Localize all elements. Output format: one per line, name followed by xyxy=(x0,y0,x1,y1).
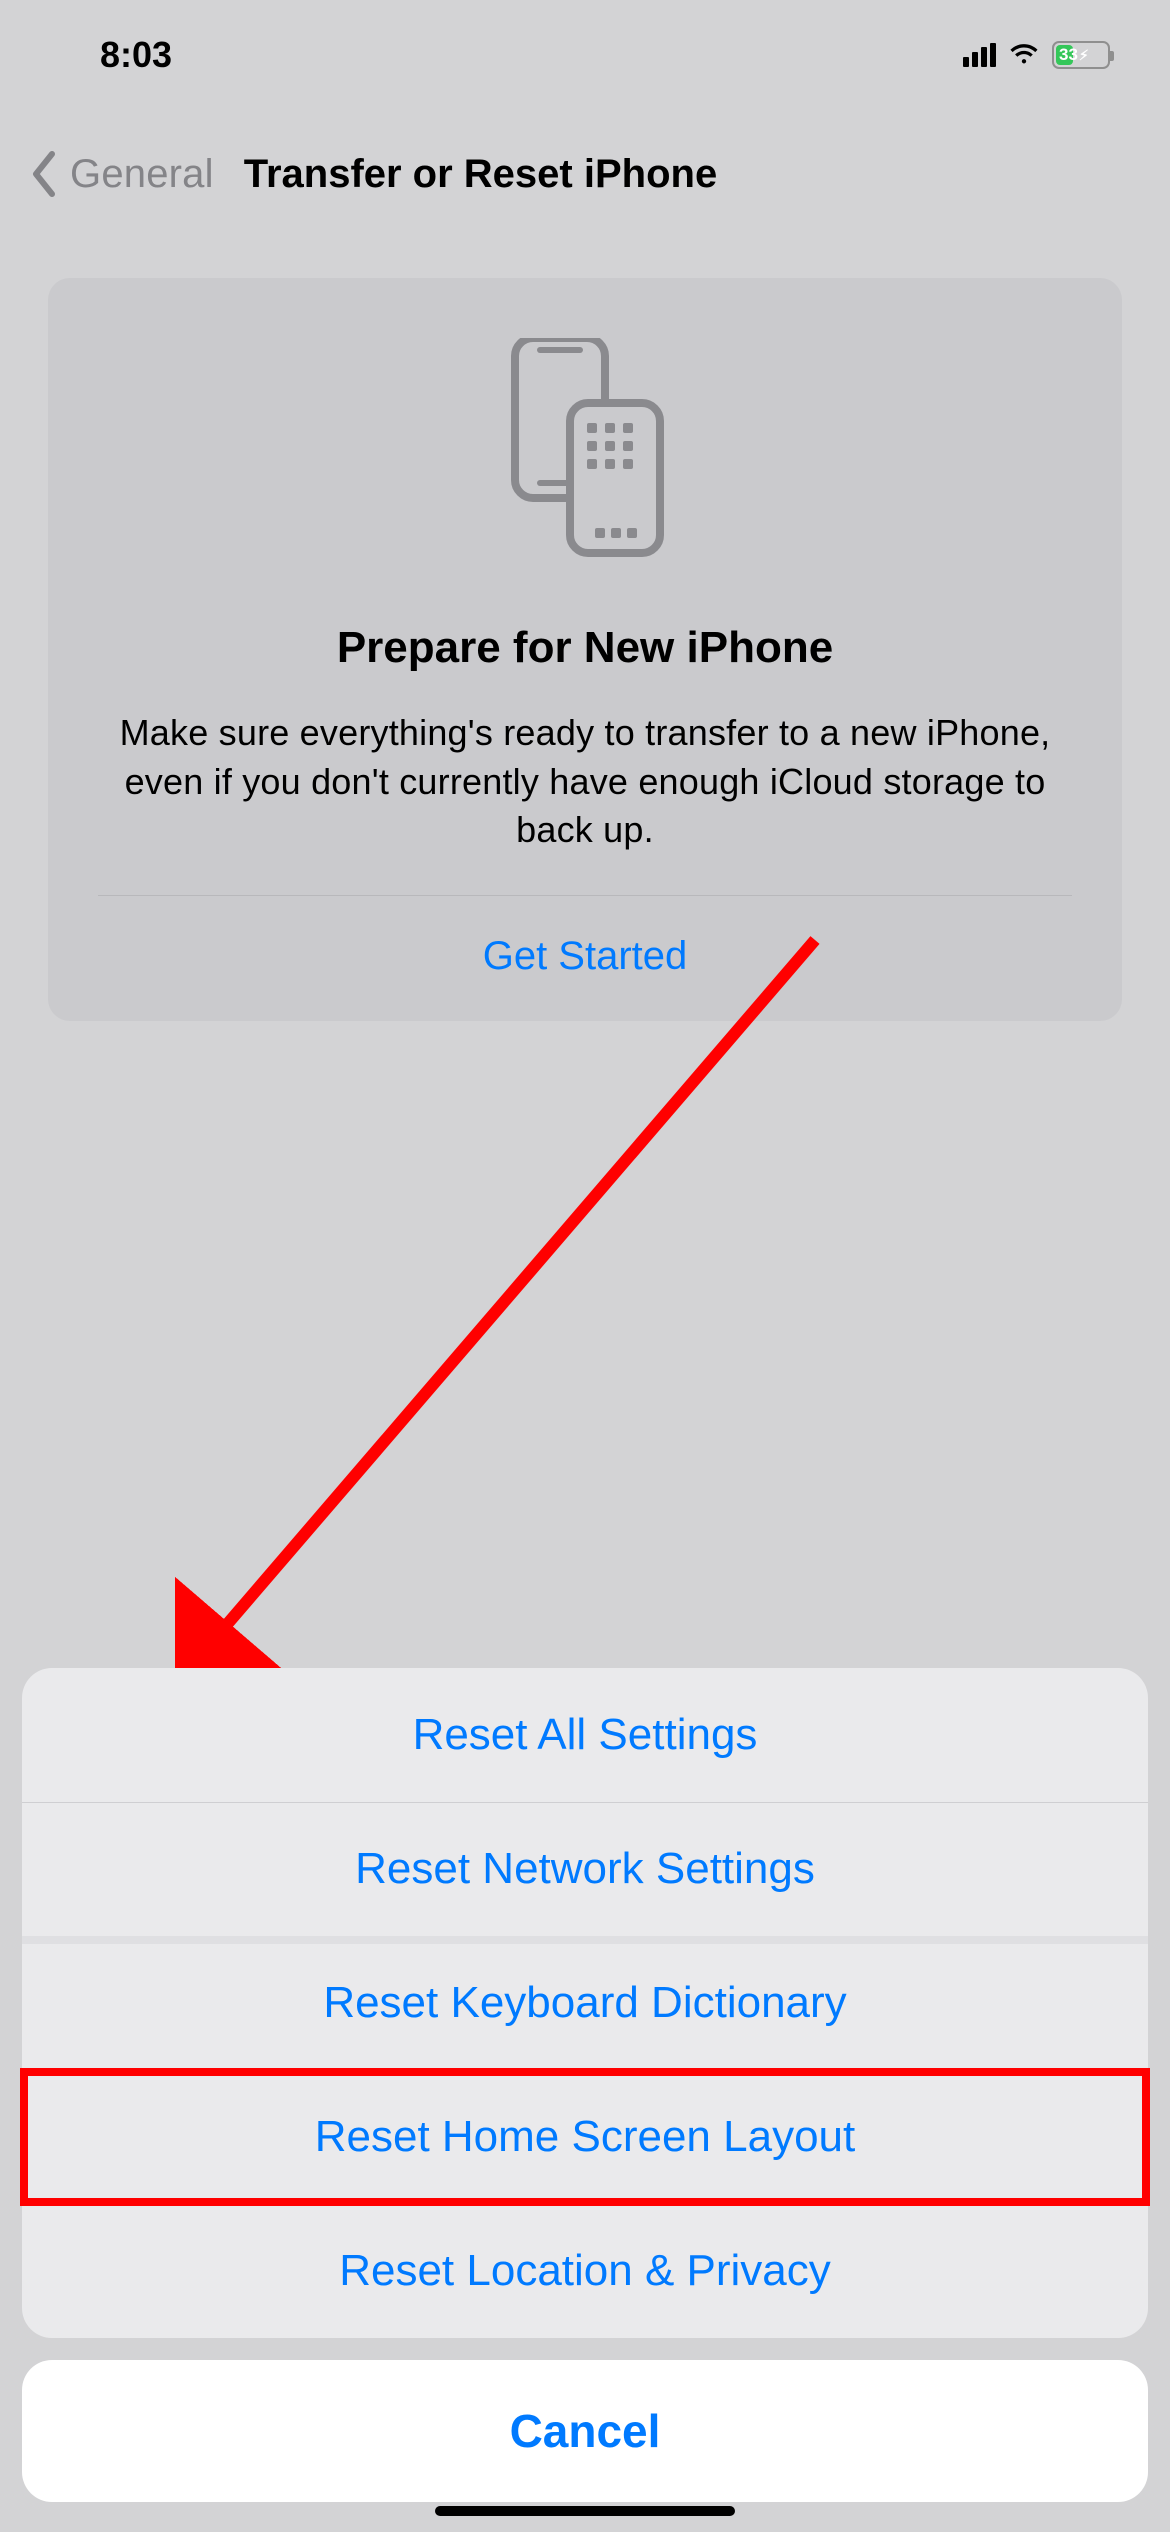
page-title: Transfer or Reset iPhone xyxy=(244,152,717,197)
wifi-icon xyxy=(1008,43,1040,67)
prepare-title: Prepare for New iPhone xyxy=(98,623,1072,673)
status-indicators: 33⚡︎ xyxy=(963,41,1110,69)
sheet-item-reset-all-settings[interactable]: Reset All Settings xyxy=(22,1668,1148,1802)
back-chevron-icon[interactable] xyxy=(30,150,58,198)
status-bar: 8:03 33⚡︎ xyxy=(0,0,1170,110)
sheet-item-reset-network-settings[interactable]: Reset Network Settings xyxy=(22,1802,1148,1936)
annotation-arrow xyxy=(175,930,825,1670)
action-sheet: Reset All Settings Reset Network Setting… xyxy=(0,1668,1170,2532)
prepare-card: Prepare for New iPhone Make sure everyth… xyxy=(48,278,1122,1021)
battery-icon: 33⚡︎ xyxy=(1052,41,1110,69)
cellular-signal-icon xyxy=(963,43,996,67)
action-sheet-group: Reset All Settings Reset Network Setting… xyxy=(22,1668,1148,2338)
back-label[interactable]: General xyxy=(70,152,214,197)
get-started-button[interactable]: Get Started xyxy=(48,896,1122,1021)
phones-transfer-icon xyxy=(505,338,665,558)
battery-percent: 33 xyxy=(1059,45,1078,65)
cancel-button[interactable]: Cancel xyxy=(22,2360,1148,2502)
sheet-item-reset-home-screen-layout[interactable]: Reset Home Screen Layout xyxy=(22,2070,1148,2204)
sheet-item-reset-keyboard-dictionary[interactable]: Reset Keyboard Dictionary xyxy=(22,1936,1148,2070)
home-indicator xyxy=(435,2506,735,2516)
status-time: 8:03 xyxy=(100,34,172,76)
prepare-description: Make sure everything's ready to transfer… xyxy=(98,709,1072,855)
sheet-item-reset-location-privacy[interactable]: Reset Location & Privacy xyxy=(22,2204,1148,2338)
nav-bar: General Transfer or Reset iPhone xyxy=(0,110,1170,238)
